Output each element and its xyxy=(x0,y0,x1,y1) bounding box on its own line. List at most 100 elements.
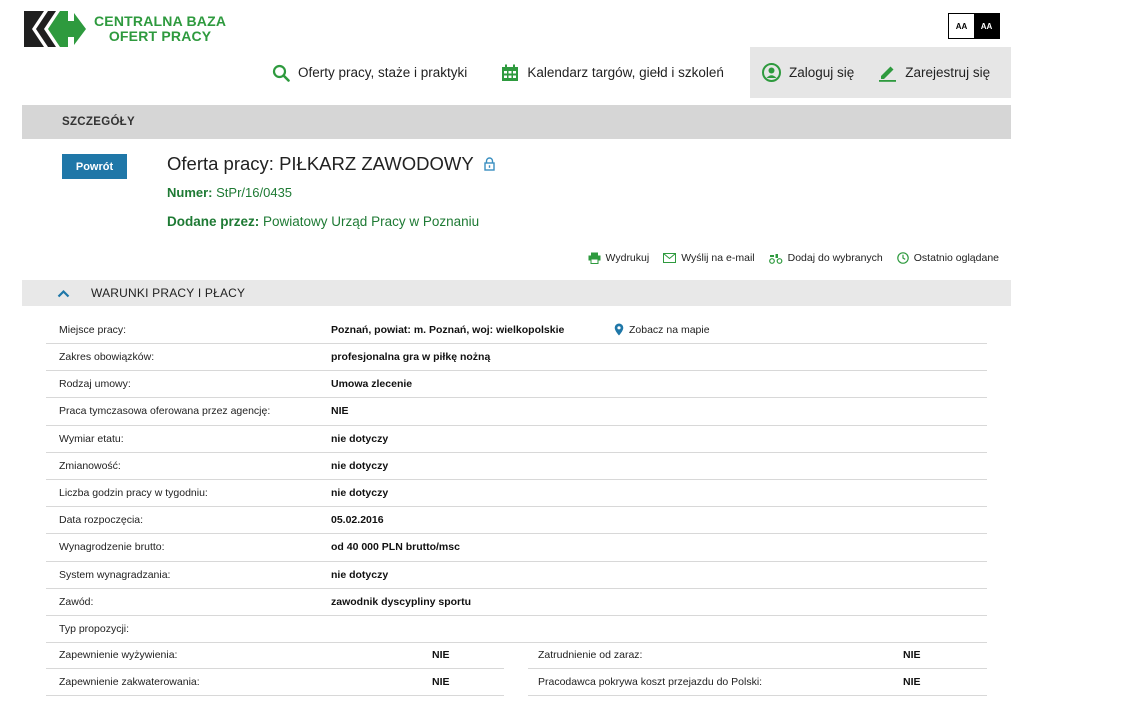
table-row: Miejsce pracy: Poznań, powiat: m. Poznań… xyxy=(46,316,987,344)
row-label: Wynagrodzenie brutto: xyxy=(59,541,165,554)
table-row: Zapewnienie zakwaterowania: NIE Pracodaw… xyxy=(46,669,987,696)
row-label: Wymiar etatu: xyxy=(59,432,124,445)
pencil-icon xyxy=(879,66,897,82)
table-row: System wynagradzania: nie dotyczy xyxy=(46,562,987,589)
table-row: Rodzaj umowy: Umowa zlecenie xyxy=(46,371,987,399)
map-pin-icon xyxy=(614,323,624,336)
chevron-up-icon xyxy=(57,289,70,297)
email-label: Wyślij na e-mail xyxy=(681,252,755,264)
row-label: Zakres obowiązków: xyxy=(59,351,155,364)
table-row: Praca tymczasowa oferowana przez agencję… xyxy=(46,398,987,426)
row-value: NIE xyxy=(331,405,349,418)
table-cell: Zapewnienie wyżywienia: NIE xyxy=(46,642,504,669)
table-row: Zapewnienie wyżywienia: NIE Zatrudnienie… xyxy=(46,642,987,669)
added-by-label: Dodane przez: xyxy=(167,214,260,229)
row-value: nie dotyczy xyxy=(331,432,389,445)
calendar-icon xyxy=(502,64,519,81)
row-label: Zawód: xyxy=(59,595,94,608)
favorite-label: Dodaj do wybranych xyxy=(787,252,883,264)
row-label: Rodzaj umowy: xyxy=(59,378,131,391)
row-label: System wynagradzania: xyxy=(59,568,171,581)
lock-icon xyxy=(483,157,495,171)
table-row: Wymiar etatu: nie dotyczy xyxy=(46,426,987,453)
back-button[interactable]: Powrót xyxy=(62,154,127,179)
work-conditions-table: Miejsce pracy: Poznań, powiat: m. Poznań… xyxy=(46,316,987,644)
offer-title-row: Oferta pracy: PIŁKARZ ZAWODOWY xyxy=(167,153,495,175)
offer-number-value: StPr/16/0435 xyxy=(216,185,293,200)
envelope-icon xyxy=(663,253,677,263)
logo-text: CENTRALNA BAZA OFERT PRACY xyxy=(94,14,226,44)
row-label: Praca tymczasowa oferowana przez agencję… xyxy=(59,405,271,418)
login-label: Zaloguj się xyxy=(789,65,855,80)
offer-added-by: Dodane przez: Powiatowy Urząd Pracy w Po… xyxy=(167,214,479,229)
row-label: Zatrudnienie od zaraz: xyxy=(538,649,643,661)
user-icon xyxy=(762,63,781,82)
offer-number: Numer: StPr/16/0435 xyxy=(167,185,292,200)
table-row: Zawód: zawodnik dyscypliny sportu xyxy=(46,589,987,616)
email-action[interactable]: Wyślij na e-mail xyxy=(663,252,755,264)
font-size-large-button[interactable]: AA xyxy=(974,14,999,38)
table-row: Liczba godzin pracy w tygodniu: nie doty… xyxy=(46,480,987,508)
row-value: NIE xyxy=(432,676,450,688)
print-label: Wydrukuj xyxy=(605,252,650,264)
printer-icon xyxy=(588,252,601,264)
table-row: Data rozpoczęcia: 05.02.2016 xyxy=(46,507,987,535)
table-row: Zakres obowiązków: profesjonalna gra w p… xyxy=(46,344,987,372)
search-icon xyxy=(272,64,290,82)
font-size-switch: AA AA xyxy=(948,13,1000,39)
favorite-action[interactable]: Dodaj do wybranych xyxy=(768,252,883,264)
login-link[interactable]: Zaloguj się xyxy=(750,47,866,98)
row-label: Zapewnienie zakwaterowania: xyxy=(59,676,200,688)
page-title: Oferta pracy: PIŁKARZ ZAWODOWY xyxy=(167,153,474,174)
nav-job-offers[interactable]: Oferty pracy, staże i praktyki xyxy=(255,47,484,98)
site-logo[interactable]: CENTRALNA BAZA OFERT PRACY xyxy=(22,9,226,49)
row-value: nie dotyczy xyxy=(331,487,389,500)
two-column-table: Zapewnienie wyżywienia: NIE Zatrudnienie… xyxy=(46,642,987,696)
row-value: od 40 000 PLN brutto/msc xyxy=(331,541,460,554)
row-label: Zapewnienie wyżywienia: xyxy=(59,649,178,661)
map-link-label: Zobacz na mapie xyxy=(629,323,710,336)
logo-arrows-icon xyxy=(24,11,86,47)
added-by-value: Powiatowy Urząd Pracy w Poznaniu xyxy=(263,214,480,229)
details-bar: SZCZEGÓŁY xyxy=(22,105,1011,139)
row-value: profesjonalna gra w piłkę nożną xyxy=(331,351,491,364)
row-value: NIE xyxy=(903,676,921,688)
table-cell: Zapewnienie zakwaterowania: NIE xyxy=(46,669,504,696)
row-value: Poznań, powiat: m. Poznań, woj: wielkopo… xyxy=(331,323,565,336)
recent-action[interactable]: Ostatnio oglądane xyxy=(896,252,999,264)
nav-job-offers-label: Oferty pracy, staże i praktyki xyxy=(298,65,468,80)
account-nav: Zaloguj się Zarejestruj się xyxy=(750,47,1011,98)
logo-line2: OFERT PRACY xyxy=(108,28,212,44)
print-action[interactable]: Wydrukuj xyxy=(588,252,650,264)
register-link[interactable]: Zarejestruj się xyxy=(866,47,1002,98)
row-label: Miejsce pracy: xyxy=(59,323,127,336)
font-size-normal-button[interactable]: AA xyxy=(949,14,974,38)
main-nav: Oferty pracy, staże i praktyki Kalendarz… xyxy=(255,47,741,98)
row-value: nie dotyczy xyxy=(331,568,389,581)
table-cell: Zatrudnienie od zaraz: NIE xyxy=(528,642,987,669)
nav-calendar[interactable]: Kalendarz targów, giełd i szkoleń xyxy=(484,47,741,98)
offer-actions: Wydrukuj Wyślij na e-mail Dodaj do wybra… xyxy=(588,252,999,264)
row-label: Data rozpoczęcia: xyxy=(59,514,144,527)
table-cell: Pracodawca pokrywa koszt przejazdu do Po… xyxy=(528,669,987,696)
table-row: Typ propozycji: xyxy=(46,616,987,644)
row-value: NIE xyxy=(903,649,921,661)
section-title: WARUNKI PRACY I PŁACY xyxy=(91,286,246,300)
nav-calendar-label: Kalendarz targów, giełd i szkoleń xyxy=(527,65,724,80)
row-value: 05.02.2016 xyxy=(331,514,384,527)
table-row: Wynagrodzenie brutto: od 40 000 PLN brut… xyxy=(46,534,987,562)
row-value: zawodnik dyscypliny sportu xyxy=(331,595,472,608)
register-label: Zarejestruj się xyxy=(905,65,991,80)
recent-label: Ostatnio oglądane xyxy=(913,252,999,264)
row-label: Typ propozycji: xyxy=(59,622,130,635)
row-label: Zmianowość: xyxy=(59,459,121,472)
row-label: Liczba godzin pracy w tygodniu: xyxy=(59,487,208,500)
row-value: nie dotyczy xyxy=(331,459,389,472)
row-value: Umowa zlecenie xyxy=(331,378,413,391)
logo-line1: CENTRALNA BAZA xyxy=(94,13,227,29)
row-label: Pracodawca pokrywa koszt przejazdu do Po… xyxy=(538,676,763,688)
section-toggle-work-conditions[interactable]: WARUNKI PRACY I PŁACY xyxy=(22,280,1011,306)
clock-icon xyxy=(896,252,909,264)
map-link[interactable]: Zobacz na mapie xyxy=(614,323,710,336)
table-row: Zmianowość: nie dotyczy xyxy=(46,453,987,480)
